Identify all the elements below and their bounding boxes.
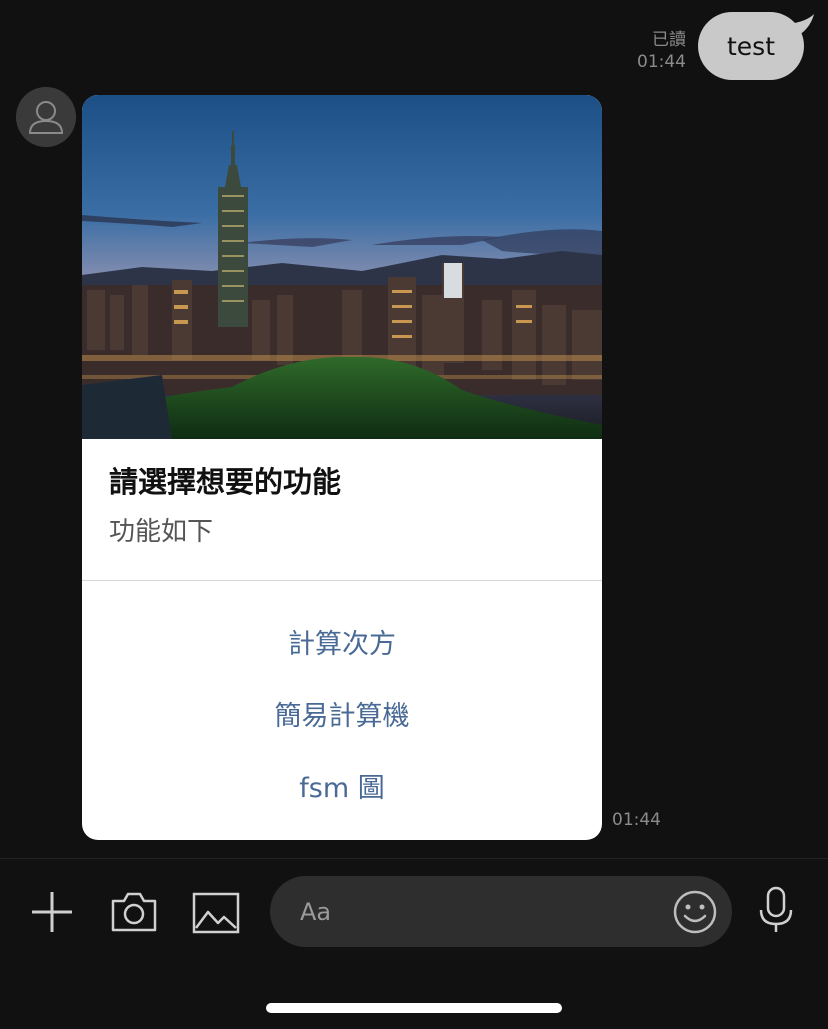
emoji-icon[interactable] — [672, 889, 718, 935]
input-bar-divider — [0, 858, 828, 859]
action-fsm-diagram[interactable]: fsm 圖 — [82, 766, 602, 805]
flex-message-card: 請選擇想要的功能 功能如下 計算次方 簡易計算機 fsm 圖 — [82, 95, 602, 840]
sent-message-bubble[interactable]: test — [698, 12, 804, 80]
card-subtitle: 功能如下 — [109, 517, 214, 547]
action-simple-calculator[interactable]: 簡易計算機 — [82, 694, 602, 733]
received-time: 01:44 — [612, 810, 661, 830]
user-avatar-icon — [16, 87, 76, 147]
home-indicator[interactable] — [266, 1003, 562, 1013]
sent-message-text: test — [726, 31, 775, 61]
image-icon[interactable] — [192, 892, 240, 934]
chat-screen: 已讀 01:44 test 請選擇想要的功能 功能如下 計算次方 簡易計算機 f… — [0, 0, 828, 1029]
avatar[interactable] — [16, 87, 76, 147]
sent-message-meta: 已讀 01:44 — [637, 29, 686, 73]
message-input-placeholder: Aa — [300, 898, 332, 926]
plus-icon[interactable] — [30, 890, 74, 934]
sent-time: 01:44 — [637, 52, 686, 72]
card-title: 請選擇想要的功能 — [109, 465, 342, 499]
camera-icon[interactable] — [110, 891, 158, 933]
card-divider — [82, 580, 602, 581]
action-power-calculation[interactable]: 計算次方 — [82, 622, 602, 661]
read-receipt: 已讀 — [652, 30, 686, 50]
message-input[interactable]: Aa — [270, 876, 732, 947]
microphone-icon[interactable] — [758, 886, 794, 934]
city-skyline-image[interactable] — [82, 95, 602, 439]
